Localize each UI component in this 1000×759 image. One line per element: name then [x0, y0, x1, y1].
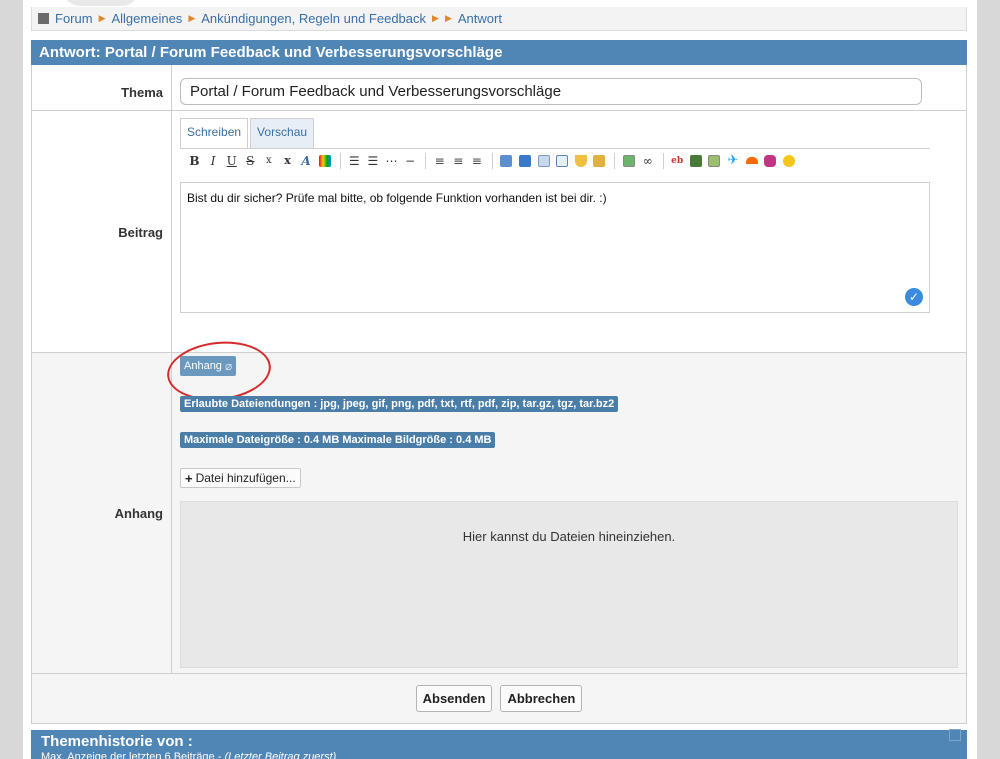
toolbar-divider [339, 152, 341, 169]
editor-tabs: Schreiben Vorschau [180, 118, 315, 148]
link-icon[interactable]: ∞ [639, 152, 656, 170]
bold-button[interactable]: B [186, 152, 203, 170]
subject-row: Thema [31, 65, 967, 111]
home-icon[interactable] [38, 13, 49, 24]
history-subtitle: Max. Anzeige der letzten 6 Beiträge - (L… [41, 751, 957, 759]
superscript-button[interactable]: x [279, 152, 296, 170]
twitter-icon[interactable]: ✈ [724, 152, 741, 170]
drop-zone-text: Hier kannst du Dateien hineinziehen. [462, 529, 676, 544]
horizontal-rule-icon[interactable]: − [402, 152, 419, 170]
align-left-icon[interactable]: ≡ [431, 152, 448, 170]
subject-input[interactable] [180, 78, 922, 105]
numbered-list-icon[interactable]: ☰ [364, 152, 381, 170]
file-drop-zone[interactable]: Hier kannst du Dateien hineinziehen. [180, 501, 958, 668]
post-row: Beitrag Schreiben Vorschau B I U S x x A… [31, 111, 967, 353]
toolbar-divider [662, 152, 664, 169]
smiley-icon[interactable] [780, 152, 797, 170]
panel-title: Antwort: Portal / Forum Feedback und Ver… [31, 40, 967, 65]
font-button[interactable]: A [298, 152, 315, 170]
post-label: Beitrag [32, 111, 172, 352]
map-icon[interactable] [706, 152, 723, 170]
instagram-icon[interactable] [762, 152, 779, 170]
align-right-icon[interactable]: ≡ [468, 152, 485, 170]
breadcrumb-item-ankuendigungen[interactable]: Ankündigungen, Regeln und Feedback [201, 11, 426, 26]
topic-history: Themenhistorie von : Max. Anzeige der le… [31, 729, 967, 759]
submit-button[interactable]: Absenden [415, 685, 493, 712]
max-size-badge: Maximale Dateigröße : 0.4 MB Maximale Bi… [180, 432, 496, 448]
quote-icon[interactable] [498, 152, 515, 170]
chevron-right-icon: ▶ [188, 13, 196, 23]
history-sub-italic: (Letzter Beitrag zuerst) [224, 751, 337, 759]
subject-label: Thema [32, 65, 172, 110]
plus-icon: + [185, 470, 193, 486]
allowed-extensions-badge: Erlaubte Dateiendungen : jpg, jpeg, gif,… [180, 396, 619, 412]
ebay-icon[interactable]: eb [669, 152, 686, 170]
breadcrumb-item-forum[interactable]: Forum [55, 11, 93, 26]
toolbar-divider [614, 152, 616, 169]
breadcrumb-item-allgemeines[interactable]: Allgemeines [111, 11, 182, 26]
user-avatar [61, 0, 141, 6]
attachment-label: Anhang [32, 353, 172, 673]
list-item-icon[interactable]: ⋯ [383, 152, 400, 170]
code-icon[interactable] [517, 152, 534, 170]
align-center-icon[interactable]: ≡ [450, 152, 467, 170]
breadcrumb: Forum ▶ Allgemeines ▶ Ankündigungen, Reg… [31, 7, 967, 31]
checkmark-icon: ✓ [905, 288, 923, 306]
attachment-toggle-button[interactable]: Anhang ⌀ [164, 336, 274, 406]
editor-toolbar: B I U S x x A ☰ ☰ ⋯ − ≡ ≡ ≡ ∞ eb ✈ [180, 148, 930, 172]
color-grid-icon[interactable] [316, 152, 333, 170]
table-icon[interactable] [535, 152, 552, 170]
attachment-row: Anhang Anhang ⌀ Erlaubte Dateiendungen :… [31, 336, 967, 674]
underline-button[interactable]: U [223, 152, 240, 170]
chevron-right-icon: ▶ [432, 13, 439, 23]
subscript-button[interactable]: x [260, 152, 277, 170]
lock-icon[interactable] [591, 152, 608, 170]
chevron-right-icon: ▶ [98, 13, 106, 23]
chevron-right-icon: ▶ [444, 13, 452, 23]
strikethrough-button[interactable]: S [242, 152, 259, 170]
form-buttons: Absenden Abbrechen [31, 674, 967, 724]
video-icon[interactable] [687, 152, 704, 170]
toolbar-divider [425, 152, 427, 169]
italic-button[interactable]: I [205, 152, 222, 170]
tab-vorschau[interactable]: Vorschau [250, 118, 315, 148]
page: Forum ▶ Allgemeines ▶ Ankündigungen, Reg… [23, 0, 977, 759]
collapse-icon[interactable] [949, 729, 961, 741]
soundcloud-icon[interactable] [743, 152, 760, 170]
tab-schreiben[interactable]: Schreiben [180, 118, 249, 148]
bullet-list-icon[interactable]: ☰ [346, 152, 363, 170]
toolbar-divider [491, 152, 493, 169]
history-sub-prefix: Max. Anzeige der letzten 6 Beiträge - [41, 751, 225, 759]
post-text: Bist du dir sicher? Prüfe mal bitte, ob … [187, 191, 607, 205]
window-icon[interactable] [554, 152, 571, 170]
cancel-button[interactable]: Abbrechen [500, 685, 583, 712]
history-title: Themenhistorie von : [41, 733, 193, 750]
image-icon[interactable] [620, 152, 637, 170]
shield-icon[interactable] [572, 152, 589, 170]
breadcrumb-item-antwort[interactable]: Antwort [458, 11, 502, 26]
post-textarea[interactable]: Bist du dir sicher? Prüfe mal bitte, ob … [180, 182, 930, 313]
add-file-label: Datei hinzufügen... [195, 471, 296, 485]
add-file-button[interactable]: + Datei hinzufügen... [180, 468, 301, 488]
